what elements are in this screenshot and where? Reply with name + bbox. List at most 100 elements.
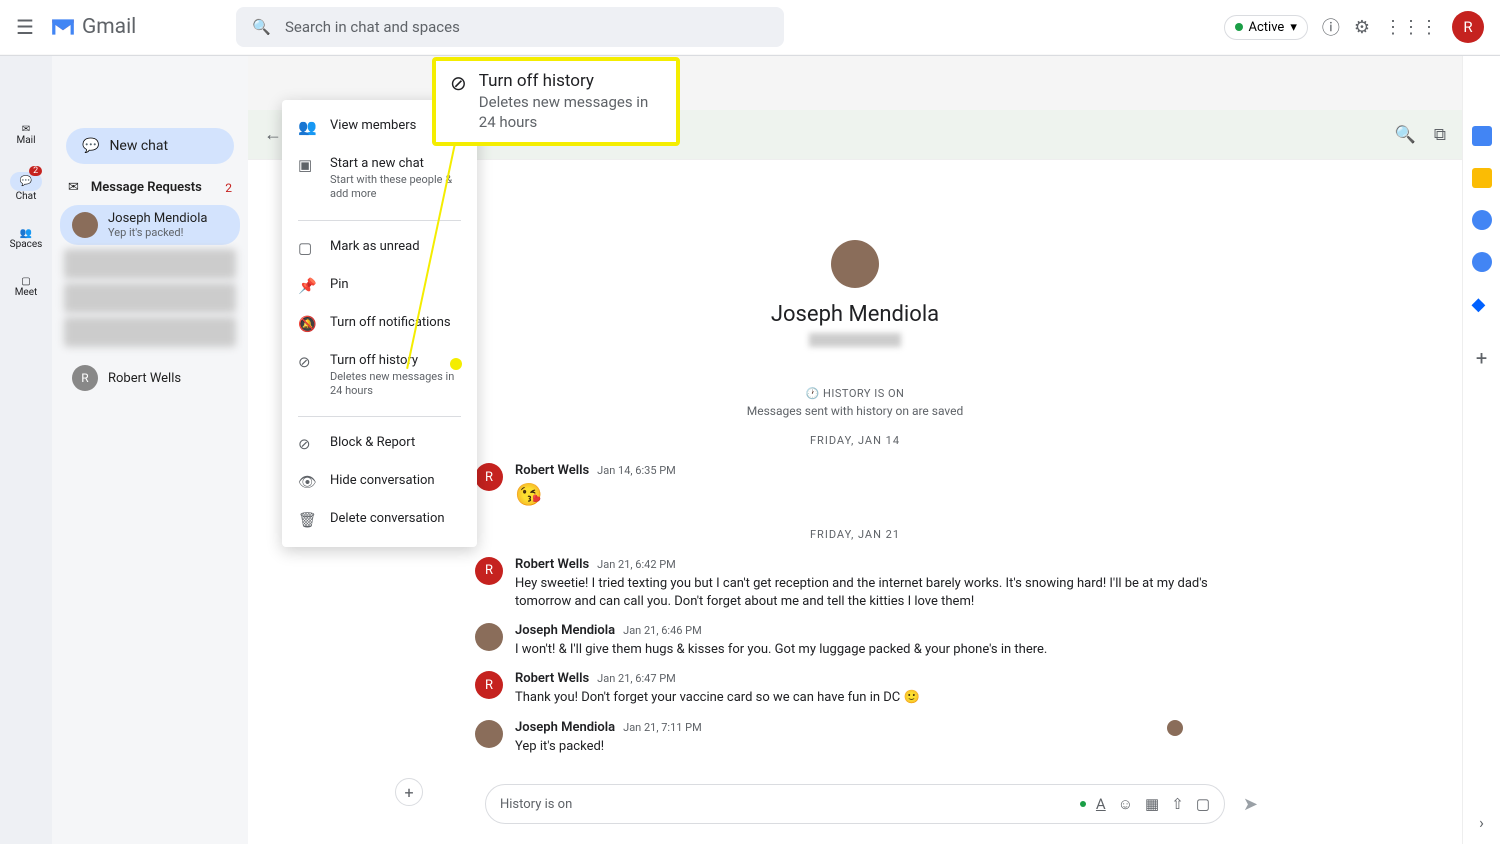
rail-chat[interactable]: 💬 2 Chat — [6, 168, 46, 206]
redacted-email — [809, 333, 901, 347]
message-row: Joseph Mendiola Jan 21, 7:11 PM Yep it's… — [475, 720, 1235, 756]
status-dot-icon — [1235, 23, 1243, 31]
history-sub-label: Messages sent with history on are saved — [747, 404, 964, 418]
rail-mail-label: Mail — [16, 135, 35, 146]
unread-icon: ▢ — [298, 239, 316, 257]
read-receipt-avatar — [1167, 720, 1183, 736]
redacted-item — [64, 317, 236, 347]
status-label: Active — [1249, 20, 1285, 35]
menu-turn-off-history[interactable]: ⊘ Turn off history Deletes new messages … — [282, 343, 477, 409]
chat-bubble-icon: 💬 — [82, 138, 99, 154]
add-addon-icon[interactable]: + — [1476, 346, 1487, 370]
contact-hero: Joseph Mendiola 🕐 HISTORY IS ON Messages… — [747, 240, 964, 418]
gmail-header: ☰ Gmail 🔍 Search in chat and spaces Acti… — [0, 0, 1500, 54]
block-icon: ⊘ — [298, 435, 316, 453]
convo-preview: Yep it's packed! — [108, 226, 228, 239]
msg-text: Thank you! Don't forget your vaccine car… — [515, 689, 1235, 707]
eye-off-icon: 👁 — [298, 473, 316, 491]
menu-hide-conversation[interactable]: 👁 Hide conversation — [282, 463, 477, 501]
rail-mail[interactable]: ✉ Mail — [12, 120, 39, 150]
compose-add-button[interactable]: + — [395, 778, 423, 806]
chat-search-icon[interactable]: 🔍 — [1395, 125, 1416, 145]
msg-text: Yep it's packed! — [515, 738, 1235, 756]
main-menu-icon[interactable]: ☰ — [16, 15, 34, 39]
new-chat-button[interactable]: 💬 New chat — [66, 128, 234, 164]
message-requests-item[interactable]: ✉ Message Requests 2 — [52, 172, 248, 203]
msg-time: Jan 14, 6:35 PM — [597, 464, 676, 477]
menu-delete-conversation[interactable]: 🗑 Delete conversation — [282, 501, 477, 539]
format-icon[interactable]: A — [1096, 795, 1106, 813]
menu-label: Delete conversation — [330, 511, 445, 526]
popout-icon[interactable]: ⧉ — [1434, 125, 1446, 145]
status-pill[interactable]: Active ▾ — [1224, 15, 1308, 40]
redacted-item — [64, 283, 236, 313]
menu-mark-unread[interactable]: ▢ Mark as unread — [282, 229, 477, 267]
sender-avatar — [475, 623, 503, 651]
msg-time: Jan 21, 7:11 PM — [623, 721, 702, 734]
gif-icon[interactable]: ▦ — [1145, 795, 1159, 813]
keep-icon[interactable] — [1472, 168, 1492, 188]
redacted-item — [64, 249, 236, 279]
menu-turn-off-notifications[interactable]: 🔕 Turn off notifications — [282, 305, 477, 343]
people-icon: 👥 — [298, 118, 316, 136]
gmail-logo[interactable]: Gmail — [50, 15, 136, 39]
back-arrow-icon[interactable]: ← — [264, 124, 282, 145]
msg-text: 😘 — [515, 481, 1235, 512]
conversation-joseph[interactable]: Joseph Mendiola Yep it's packed! — [60, 205, 240, 245]
upload-icon[interactable]: ⇧ — [1171, 795, 1184, 813]
message-row: Joseph Mendiola Jan 21, 6:46 PM I won't!… — [475, 623, 1235, 659]
date-divider: FRIDAY, JAN 21 — [475, 528, 1235, 541]
spaces-icon: 👥 — [20, 228, 32, 239]
rail-spaces[interactable]: 👥 Spaces — [6, 224, 47, 254]
chat-icon: ▣ — [298, 156, 316, 174]
history-icon: 🕐 — [806, 387, 820, 400]
compose-placeholder: History is on — [500, 797, 1070, 812]
emoji-icon[interactable]: ☺ — [1118, 795, 1133, 813]
avatar: R — [72, 365, 98, 391]
rail-meet-label: Meet — [15, 287, 38, 298]
collapse-panel-icon[interactable]: › — [1479, 813, 1484, 832]
apps-grid-icon[interactable]: ⋮⋮⋮ — [1384, 17, 1438, 38]
annotation-dot — [450, 358, 462, 370]
avatar — [72, 212, 98, 238]
side-panel: ◆ + › — [1462, 56, 1500, 844]
menu-label: Start a new chat — [330, 156, 461, 171]
msg-sender: Robert Wells — [515, 671, 589, 686]
menu-label: Block & Report — [330, 435, 415, 450]
msg-sender: Robert Wells — [515, 557, 589, 572]
calendar-icon[interactable] — [1472, 126, 1492, 146]
contacts-icon[interactable] — [1472, 252, 1492, 272]
dropbox-icon[interactable]: ◆ — [1472, 294, 1492, 314]
message-requests-count: 2 — [225, 181, 232, 195]
menu-label: Mark as unread — [330, 239, 420, 254]
menu-pin[interactable]: 📌 Pin — [282, 267, 477, 305]
send-button[interactable]: ➤ — [1243, 794, 1258, 815]
callout-subtitle: Deletes new messages in 24 hours — [479, 93, 662, 132]
search-icon: 🔍 — [252, 18, 271, 36]
tasks-icon[interactable] — [1472, 210, 1492, 230]
menu-divider — [298, 416, 461, 417]
video-call-icon[interactable]: ▢ — [1196, 795, 1210, 813]
chat-sidebar: 💬 New chat ✉ Message Requests 2 Joseph M… — [52, 56, 248, 844]
msg-sender: Robert Wells — [515, 463, 589, 478]
rail-meet[interactable]: ▢ Meet — [11, 272, 42, 302]
menu-block-report[interactable]: ⊘ Block & Report — [282, 425, 477, 463]
hero-avatar — [831, 240, 879, 288]
search-placeholder: Search in chat and spaces — [285, 18, 460, 36]
msg-time: Jan 21, 6:46 PM — [623, 624, 702, 637]
settings-gear-icon[interactable]: ⚙ — [1354, 17, 1370, 38]
message-list: R Robert Wells Jan 14, 6:35 PM 😘 FRIDAY,… — [475, 463, 1235, 768]
msg-text: I won't! & I'll give them hugs & kisses … — [515, 641, 1235, 659]
gmail-wordmark: Gmail — [82, 15, 136, 39]
search-box[interactable]: 🔍 Search in chat and spaces — [236, 7, 784, 47]
menu-label: Turn off history — [330, 353, 461, 368]
message-row: R Robert Wells Jan 21, 6:42 PM Hey sweet… — [475, 557, 1235, 611]
chevron-down-icon: ▾ — [1290, 20, 1297, 35]
account-avatar[interactable]: R — [1452, 11, 1484, 43]
conversation-robert[interactable]: R Robert Wells — [60, 359, 240, 397]
trash-icon: 🗑 — [298, 511, 316, 529]
compose-bar[interactable]: History is on A ☺ ▦ ⇧ ▢ ➤ — [485, 784, 1225, 824]
sender-avatar: R — [475, 463, 503, 491]
message-requests-label: Message Requests — [91, 180, 202, 195]
help-icon[interactable]: ⓘ — [1322, 14, 1340, 40]
